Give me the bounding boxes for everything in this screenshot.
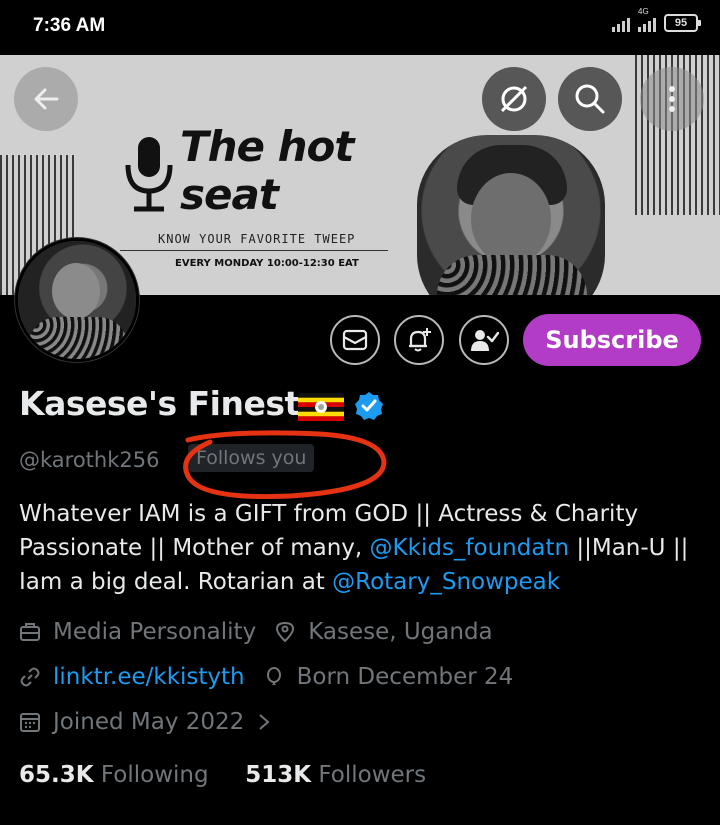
more-button[interactable]: [640, 67, 704, 131]
link-icon: [20, 667, 40, 687]
red-circle-annotation: [183, 430, 387, 500]
meta-row-category-location: Media Personality Kasese, Uganda: [19, 619, 493, 645]
profile-handle: @karothk256: [19, 448, 160, 472]
following-label: Following: [100, 762, 209, 788]
profile-name: Kasese's Finest: [19, 384, 300, 423]
location-text: Kasese, Uganda: [308, 619, 493, 645]
banner-photo: [417, 135, 605, 295]
status-bar: 7:36 AM 4G 95: [0, 0, 720, 55]
notify-button[interactable]: [394, 315, 444, 365]
network-type-label: 4G: [638, 7, 649, 16]
joined-text: Joined May 2022: [53, 709, 245, 735]
uganda-flag-icon: [298, 393, 344, 421]
signal-icon: [612, 16, 630, 32]
subscribe-button[interactable]: Subscribe: [523, 314, 701, 366]
status-time: 7:36 AM: [33, 15, 106, 36]
search-icon: [575, 84, 605, 114]
bio-mention-link[interactable]: @Kkids_foundatn: [370, 535, 570, 561]
following-button[interactable]: [459, 315, 509, 365]
banner-title: seat: [180, 170, 279, 219]
location-pin-icon: [276, 621, 295, 643]
grok-icon: [500, 85, 528, 113]
calendar-icon: [20, 713, 40, 732]
avatar[interactable]: [15, 238, 139, 362]
banner-schedule: EVERY MONDAY 10:00-12:30 EAT: [175, 258, 359, 269]
message-button[interactable]: [330, 315, 380, 365]
meta-row-website-birthday: linktr.ee/kkistyth Born December 24: [19, 664, 513, 690]
microphone-icon: [125, 137, 173, 212]
meta-row-joined[interactable]: Joined May 2022: [19, 709, 274, 735]
following-stat[interactable]: 65.3K Following: [19, 762, 209, 788]
profile-bio: Whatever IAM is a GIFT from GOD || Actre…: [19, 497, 709, 599]
follow-stats: 65.3K Following 513K Followers: [19, 762, 426, 788]
signal-4g-icon: 4G: [638, 7, 656, 32]
search-button[interactable]: [558, 67, 622, 131]
status-icons: 4G 95: [612, 7, 701, 32]
bio-mention-link[interactable]: @Rotary_Snowpeak: [332, 569, 560, 595]
banner-divider: [120, 250, 388, 251]
chevron-right-icon: [259, 714, 270, 730]
more-vertical-icon: [669, 86, 675, 112]
person-check-icon: [471, 330, 499, 351]
website-link[interactable]: linktr.ee/kkistyth: [53, 664, 245, 690]
banner-title: The hot: [180, 122, 354, 171]
balloon-icon: [266, 667, 281, 685]
category-text: Media Personality: [53, 619, 257, 645]
following-count: 65.3K: [19, 762, 94, 788]
followers-count: 513K: [245, 762, 312, 788]
bell-plus-icon: [409, 328, 431, 352]
banner-subtitle: KNOW YOUR FAVORITE TWEEP: [158, 232, 356, 246]
grok-button[interactable]: [482, 67, 546, 131]
followers-stat[interactable]: 513K Followers: [245, 762, 426, 788]
arrow-left-icon: [34, 88, 59, 110]
back-button[interactable]: [14, 67, 78, 131]
birthday-text: Born December 24: [296, 664, 514, 690]
verified-badge-icon[interactable]: [354, 391, 384, 421]
briefcase-icon: [20, 623, 40, 641]
envelope-icon: [342, 329, 368, 351]
followers-label: Followers: [318, 762, 427, 788]
battery-icon: 95: [664, 14, 701, 32]
